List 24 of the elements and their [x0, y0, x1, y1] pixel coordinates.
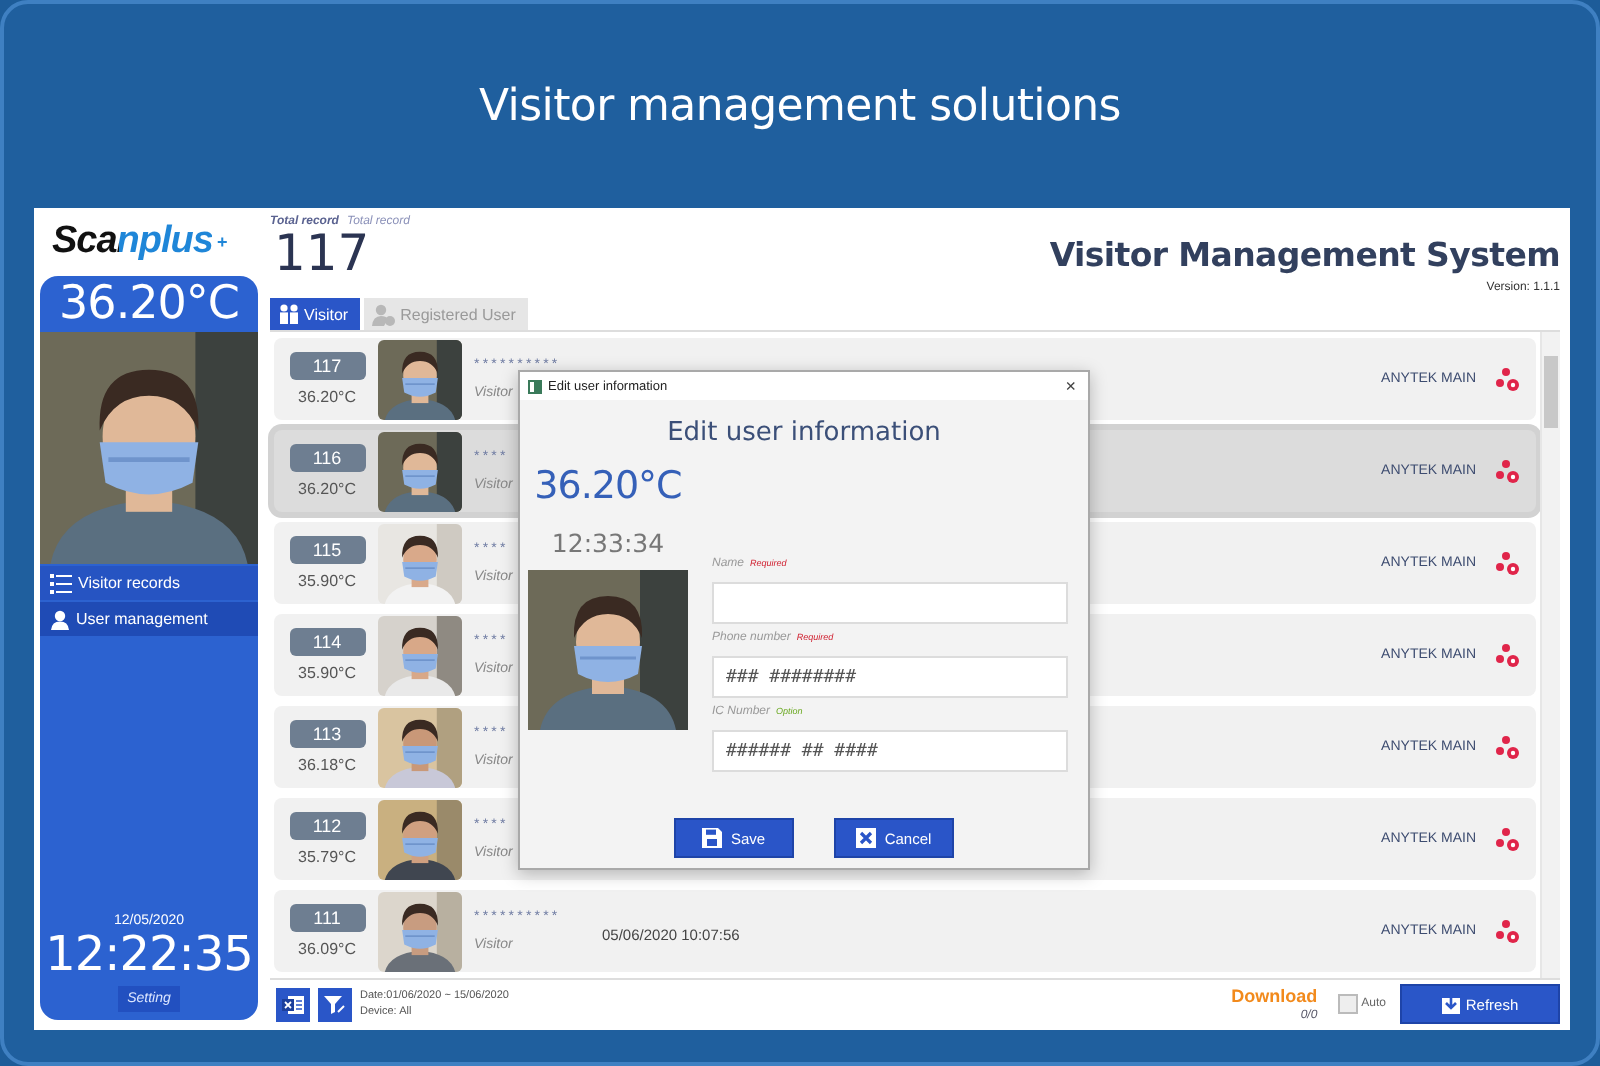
record-number: 115: [289, 536, 365, 564]
logo-text: Scanplus: [52, 220, 213, 264]
total-count: 117: [274, 228, 370, 280]
record-number: 114: [289, 628, 365, 656]
dialog-heading: Edit user information: [665, 418, 943, 448]
logo-mark: +: [216, 232, 228, 252]
time-text: 12:33:34: [551, 528, 665, 558]
app-title: Visitor Management System: [1049, 236, 1560, 274]
temperature-reading: 36.20°C: [534, 464, 682, 508]
temperature-text: 36.09°C: [298, 940, 356, 958]
temperature-text: 35.79°C: [298, 848, 356, 866]
banner-title: Visitor management solutions: [479, 81, 1121, 131]
temperature-text: 36.20°C: [298, 388, 356, 406]
temperature-text: 36.20°C: [298, 480, 356, 498]
record-number: 112: [289, 812, 365, 840]
clock-text: 12:22:35: [43, 928, 255, 980]
temperature-text: 35.90°C: [298, 572, 356, 590]
temperature-reading: 36.20°C: [57, 276, 241, 332]
record-number: 113: [289, 720, 365, 748]
record-number: 117: [289, 352, 365, 380]
temperature-text: 36.18°C: [298, 756, 356, 774]
record-number: 111: [289, 904, 365, 932]
record-number: 116: [289, 444, 365, 472]
temperature-text: 35.90°C: [298, 664, 356, 682]
